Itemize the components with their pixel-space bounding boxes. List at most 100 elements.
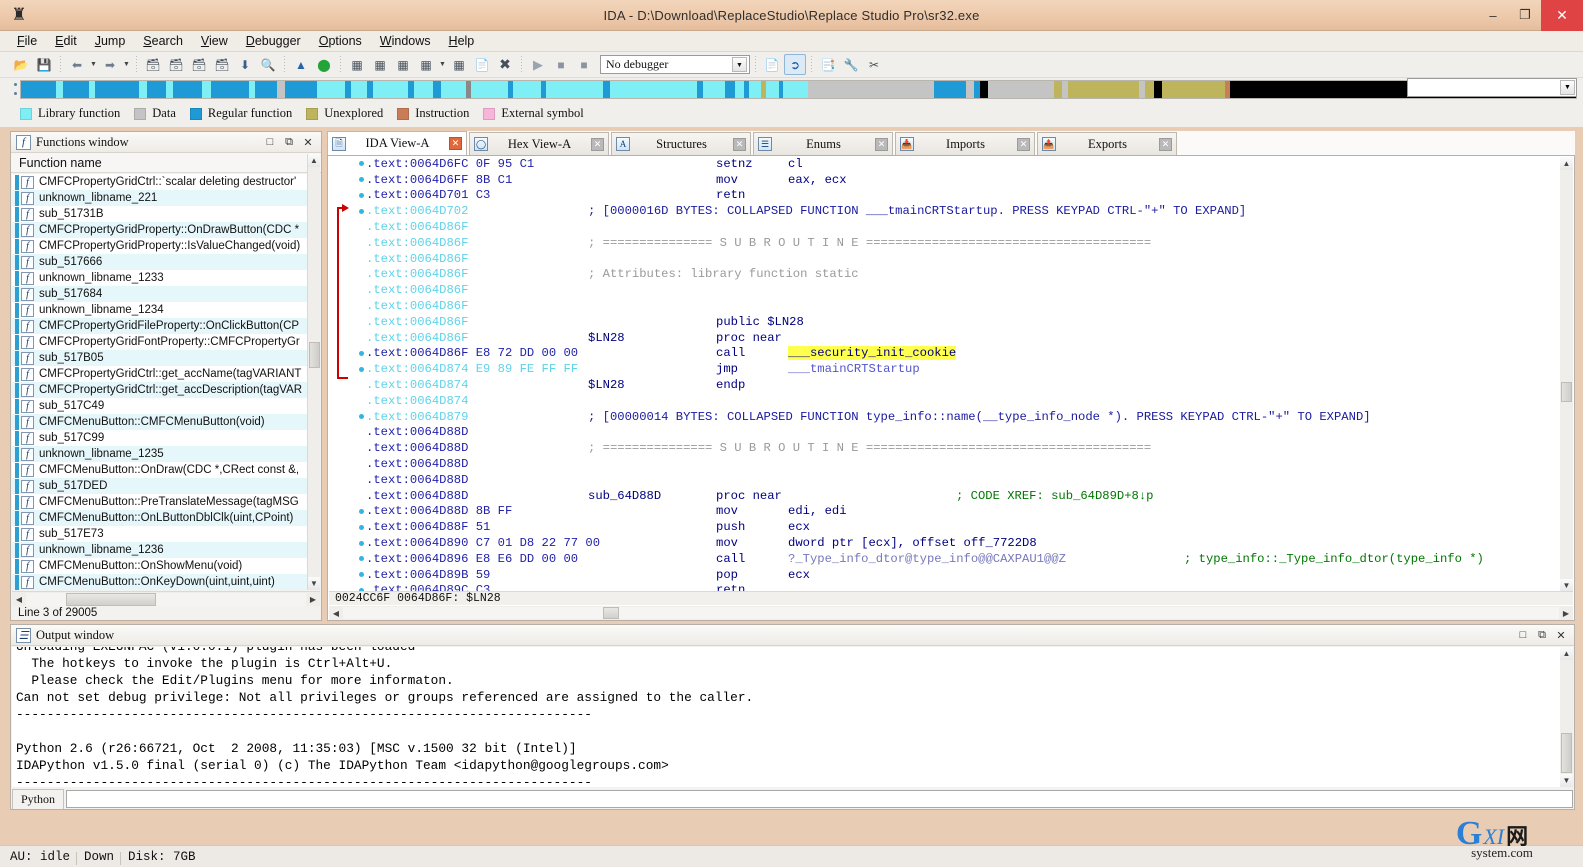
list-item[interactable]: f CMFCMenuButton::CMFCMenuButton(void) (12, 414, 307, 430)
list-item[interactable]: f unknown_libname_1234 (12, 302, 307, 318)
vscroll-thumb[interactable] (309, 342, 320, 368)
disassembly-line[interactable]: .text:0064D88D (356, 425, 1560, 441)
function-list[interactable]: f CMFCPropertyGridCtrl::`scalar deleting … (12, 174, 307, 590)
data-marker-icon[interactable]: ▦ (369, 54, 391, 75)
vscroll-thumb[interactable] (1561, 382, 1572, 402)
list-item[interactable]: f sub_517C99 (12, 430, 307, 446)
scroll-left-icon[interactable]: ◀ (329, 609, 343, 618)
panel-close-icon[interactable]: ✕ (302, 136, 314, 149)
ascii-marker-icon[interactable]: ▦ (392, 54, 414, 75)
disassembly-line[interactable]: .text:0064D86F $LN28 proc near (356, 330, 1560, 346)
tab-ida-view-a[interactable]: 🗎 IDA View-A ✕ (327, 131, 467, 155)
scroll-down-icon[interactable]: ▼ (308, 577, 320, 590)
run-icon[interactable]: ▶ (527, 54, 549, 75)
scroll-down-icon[interactable]: ▼ (1560, 774, 1573, 787)
back-dropdown-icon[interactable]: ▼ (89, 61, 98, 68)
forward-nav-icon[interactable]: ➡ (99, 54, 121, 75)
disassembly-line[interactable]: .text:0064D701 C3 retn (356, 188, 1560, 204)
disassembly-line[interactable]: .text:0064D86F (356, 251, 1560, 267)
list-item[interactable]: f unknown_libname_1235 (12, 446, 307, 462)
panel-close-icon[interactable]: ✕ (1555, 629, 1567, 642)
list-item[interactable]: f CMFCMenuButton::OnLButtonDblClk(uint,CP… (12, 510, 307, 526)
green-circle-icon[interactable]: ⬤ (313, 54, 335, 75)
hscroll-track[interactable] (26, 592, 306, 606)
disassembly-vscrollbar[interactable]: ▲ ▼ (1560, 157, 1573, 592)
disassembly-line[interactable]: .text:0064D88D (356, 472, 1560, 488)
hscroll-thumb[interactable] (66, 592, 156, 606)
stop-icon[interactable]: ■ (573, 54, 595, 75)
panel-maximize-icon[interactable]: □ (264, 136, 276, 149)
disassembly-line[interactable]: .text:0064D86F; Attributes: library func… (356, 267, 1560, 283)
list-item[interactable]: f CMFCPropertyGridCtrl::get_accDescriptio… (12, 382, 307, 398)
undefine-icon[interactable]: ▦ (448, 54, 470, 75)
scroll-up-icon[interactable]: ▲ (1560, 157, 1573, 170)
list-item[interactable]: f CMFCMenuButton::OnKeyDown(uint,uint,uin… (12, 574, 307, 590)
disassembly-line[interactable]: .text:0064D86F; =============== S U B R … (356, 235, 1560, 251)
save-file-icon[interactable]: 💾 (33, 54, 55, 75)
disassembly-line[interactable]: .text:0064D88D; =============== S U B R … (356, 440, 1560, 456)
menu-item-search[interactable]: Search (134, 32, 192, 50)
list-item[interactable]: f sub_517666 (12, 254, 307, 270)
menu-item-help[interactable]: Help (440, 32, 484, 50)
list-item[interactable]: f CMFCMenuButton::PreTranslateMessage(tag… (12, 494, 307, 510)
close-icon[interactable]: ✕ (591, 137, 604, 151)
scroll-left-icon[interactable]: ◀ (12, 592, 26, 606)
list-item[interactable]: f CMFCPropertyGridFontProperty::CMFCPrope… (12, 334, 307, 350)
list-item[interactable]: f CMFCMenuButton::OnDraw(CDC *,CRect cons… (12, 462, 307, 478)
close-icon[interactable]: ✕ (1017, 137, 1030, 151)
disassembly-line[interactable]: .text:0064D890 C7 01 D8 22 77 00 mov dword… (356, 535, 1560, 551)
close-icon[interactable]: ✕ (875, 137, 888, 151)
edit-func-icon[interactable]: 📄 (471, 54, 493, 75)
list-item[interactable]: f unknown_libname_1233 (12, 270, 307, 286)
disassembly-lines[interactable]: .text:0064D6FC 0F 95 C1 setnz cl .text:0064… (356, 156, 1560, 592)
disassembly-line[interactable]: .text:0064D86F E8 72 DD 00 00 call ___secu… (356, 346, 1560, 362)
menu-item-file[interactable]: File (8, 32, 46, 50)
list-item[interactable]: f CMFCPropertyGridCtrl::get_accName(tagVA… (12, 366, 307, 382)
list-item[interactable]: f sub_517C49 (12, 398, 307, 414)
panel-maximize-icon[interactable]: □ (1517, 629, 1529, 642)
forward-dropdown-icon[interactable]: ▼ (122, 61, 131, 68)
list-item[interactable]: f CMFCMenuButton::OnShowMenu(void) (12, 558, 307, 574)
disassembly-line[interactable]: .text:0064D6FF 8B C1 mov eax, ecx (356, 172, 1560, 188)
disassembly-line[interactable]: .text:0064D89B 59 pop ecx (356, 567, 1560, 583)
code-marker-icon[interactable]: ▦ (346, 54, 368, 75)
close-icon[interactable]: ✕ (1159, 137, 1172, 151)
make-text-icon[interactable]: 🗃 (165, 54, 187, 75)
function-list-vscrollbar[interactable]: ▲ ▼ (307, 154, 320, 590)
menu-item-windows[interactable]: Windows (371, 32, 440, 50)
struct-marker-icon[interactable]: ▦ (415, 54, 437, 75)
function-list-hscrollbar[interactable]: ◀ ▶ (12, 591, 320, 606)
menu-item-debugger[interactable]: Debugger (237, 32, 310, 50)
scroll-up-icon[interactable]: ▲ (1560, 647, 1573, 660)
delete-icon[interactable]: ✖ (494, 54, 516, 75)
list-item[interactable]: f CMFCPropertyGridFileProperty::OnClickBu… (12, 318, 307, 334)
list-item[interactable]: f CMFCPropertyGridProperty::IsValueChange… (12, 238, 307, 254)
list-item[interactable]: f unknown_libname_1236 (12, 542, 307, 558)
list-item[interactable]: f CMFCPropertyGridProperty::OnDrawButton(… (12, 222, 307, 238)
disassembly-line[interactable]: .text:0064D874 E9 89 FE FF FF jmp ___tmain… (356, 361, 1560, 377)
chevron-down-icon[interactable]: ▼ (732, 57, 747, 72)
menu-item-options[interactable]: Options (310, 32, 371, 50)
navigation-band[interactable] (20, 79, 1577, 99)
close-icon[interactable]: ✕ (733, 137, 746, 151)
breakpoint-list-icon[interactable]: 📑 (817, 54, 839, 75)
hscroll-track[interactable] (343, 607, 1559, 619)
output-text[interactable]: Unloading EXEUNPAC (v1.0.0.1) plugin has… (12, 647, 1560, 787)
chevron-down-icon[interactable]: ▼ (1560, 80, 1575, 95)
tab-imports[interactable]: 📥 Imports ✕ (895, 132, 1035, 155)
tab-hex-view-a[interactable]: ◯ Hex View-A ✕ (469, 132, 609, 155)
scroll-up-icon[interactable]: ▲ (308, 154, 320, 167)
disassembly-line[interactable]: .text:0064D88D 8B FF mov edi, edi (356, 504, 1560, 520)
list-item[interactable]: f sub_517684 (12, 286, 307, 302)
disassembly-line[interactable]: .text:0064D86F (356, 219, 1560, 235)
debugger-select[interactable]: No debugger ▼ (600, 55, 750, 74)
menu-item-jump[interactable]: Jump (86, 32, 135, 50)
close-icon[interactable]: ✕ (449, 137, 462, 150)
disassembly-code-area[interactable]: .text:0064D6FC 0F 95 C1 setnz cl .text:0064… (327, 155, 1575, 621)
pause-icon[interactable]: ■ (550, 54, 572, 75)
disassembly-hscrollbar[interactable]: ◀ ▶ (329, 606, 1573, 620)
panel-restore-icon[interactable]: ⧉ (1536, 629, 1548, 642)
list-item[interactable]: f CMFCPropertyGridCtrl::`scalar deleting … (12, 174, 307, 190)
run-to-cursor-icon[interactable]: ➲ (784, 54, 806, 75)
navband-jump-box[interactable]: ▼ (1407, 78, 1577, 97)
